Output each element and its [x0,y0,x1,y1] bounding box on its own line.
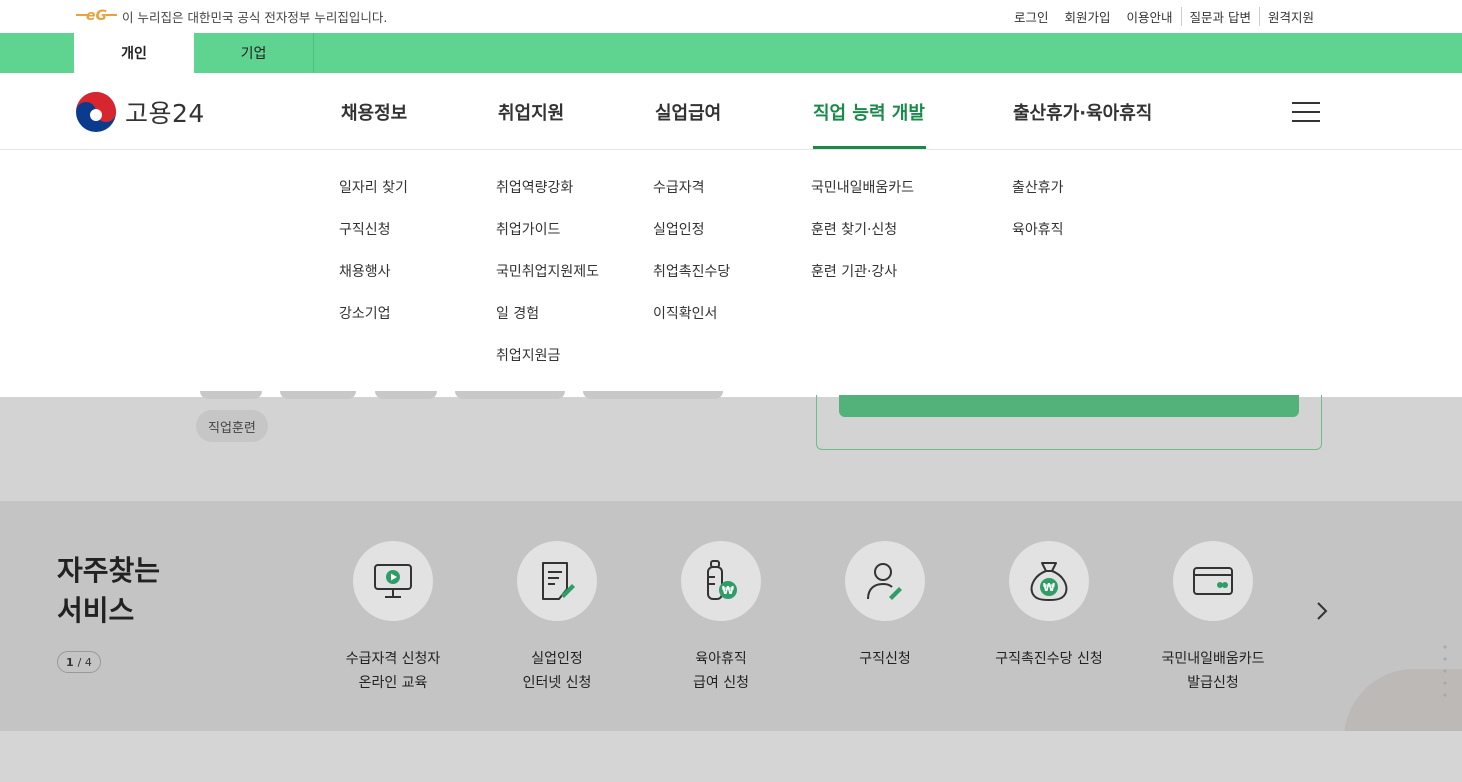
service-item[interactable]: 실업인정 인터넷 신청 [462,541,652,695]
login-link[interactable]: 로그인 [1006,7,1057,26]
decorative-dots [1440,641,1450,705]
user-type-tabbar: 개인 기업 [0,33,1462,73]
service-label: 구직신청 [859,651,911,667]
menu-item[interactable]: 실업인정 [653,219,730,261]
menu-column-employment-support: 취업역량강화 취업가이드 국민취업지원제도 일 경험 취업지원금 [496,177,599,387]
svg-text:₩: ₩ [1043,581,1055,594]
service-label: 구직촉진수당 신청 [995,651,1103,667]
nav-maternity-parental-leave[interactable]: 출산휴가·육아휴직 [1013,99,1152,125]
keyword-chip[interactable] [375,391,437,399]
nav-recruitment[interactable]: 채용정보 [341,99,407,125]
carousel-pager: 1 / 4 [57,651,101,673]
menu-item[interactable]: 훈련 찾기·신청 [811,219,914,261]
menu-item[interactable]: 훈련 기관·강사 [811,261,914,303]
nav-unemployment-benefit[interactable]: 실업급여 [655,99,721,125]
menu-item[interactable]: 취업지원금 [496,345,599,387]
menu-column-vocational-training: 국민내일배움카드 훈련 찾기·신청 훈련 기관·강사 [811,177,914,303]
service-label: 육아휴직 급여 신청 [693,651,749,691]
egov-logo-icon: eG [76,8,117,24]
section-title: 자주찾는 서비스 [57,554,161,627]
utility-links: 로그인 회원가입 이용안내 질문과 답변 원격지원 [1006,7,1322,26]
card-icon [1193,567,1233,595]
menu-item[interactable]: 강소기업 [339,303,408,345]
gov-notice-text: 이 누리집은 대한민국 공식 전자정부 누리집입니다. [122,10,388,25]
svg-text:eG: eG [86,8,107,24]
baby-bottle-won-icon: ₩ [707,560,737,600]
remote-support-link[interactable]: 원격지원 [1258,7,1322,26]
service-item[interactable]: 수급자격 신청자 온라인 교육 [298,541,488,695]
chevron-right-icon[interactable] [1314,601,1330,621]
person-pen-icon [867,563,902,600]
menu-item[interactable]: 국민내일배움카드 [811,177,914,219]
tab-personal[interactable]: 개인 [74,33,194,73]
menu-column-recruitment: 일자리 찾기 구직신청 채용행사 강소기업 [339,177,408,345]
hamburger-menu-icon[interactable] [1292,102,1320,122]
top-utility-bar: eG 이 누리집은 대한민국 공식 전자정부 누리집입니다. 로그인 회원가입 … [0,0,1462,33]
taegeuk-logo-icon [76,92,116,132]
keyword-chip[interactable] [583,391,723,399]
pager-total: / 4 [77,655,92,669]
logo-text: 고용24 [125,99,205,128]
menu-item[interactable]: 출산휴가 [1012,177,1064,219]
active-nav-indicator [813,146,926,149]
signup-link[interactable]: 회원가입 [1056,7,1118,26]
menu-item[interactable]: 육아휴직 [1012,219,1064,261]
site-logo[interactable]: 고용24 [75,91,205,133]
service-item[interactable]: 구직신청 [790,541,980,671]
dimmed-page-content: 직업훈련 [0,391,1462,501]
service-label: 실업인정 인터넷 신청 [522,651,592,691]
menu-column-unemployment-benefit: 수급자격 실업인정 취업촉진수당 이직확인서 [653,177,730,345]
menu-item[interactable]: 일자리 찾기 [339,177,408,219]
menu-item[interactable]: 채용행사 [339,261,408,303]
frequent-services-section: 자주찾는 서비스 1 / 4 수급자격 신청자 온라인 교육 실업인정 인터넷 … [0,501,1462,759]
service-label: 국민내일배움카드 발급신청 [1161,651,1265,691]
menu-item[interactable]: 구직신청 [339,219,408,261]
tab-corporate[interactable]: 기업 [194,33,314,73]
service-item[interactable]: ₩ 구직촉진수당 신청 [954,541,1144,671]
document-pen-icon [542,562,575,600]
pager-current: 1 [66,655,74,669]
keyword-chip[interactable] [200,391,262,399]
menu-item[interactable]: 이직확인서 [653,303,730,345]
menu-item[interactable]: 일 경험 [496,303,599,345]
page-bottom-area [0,731,1462,782]
menu-item[interactable]: 수급자격 [653,177,730,219]
service-label: 수급자격 신청자 온라인 교육 [345,651,441,691]
nav-vocational-training[interactable]: 직업 능력 개발 [813,99,925,125]
svg-text:₩: ₩ [722,584,734,597]
menu-item[interactable]: 취업촉진수당 [653,261,730,303]
menu-item[interactable]: 취업가이드 [496,219,599,261]
nav-employment-support[interactable]: 취업지원 [498,99,564,125]
monitor-play-icon [374,564,412,598]
mega-menu-dropdown: 일자리 찾기 구직신청 채용행사 강소기업 취업역량강화 취업가이드 국민취업지… [0,150,1462,397]
keyword-chip-training[interactable]: 직업훈련 [196,410,268,442]
keyword-chip[interactable] [455,391,565,399]
menu-item[interactable]: 국민취업지원제도 [496,261,599,303]
qna-link[interactable]: 질문과 답변 [1180,7,1259,26]
service-item[interactable]: 국민내일배움카드 발급신청 [1118,541,1308,695]
guide-link[interactable]: 이용안내 [1118,7,1180,26]
menu-item[interactable]: 취업역량강화 [496,177,599,219]
login-panel [816,395,1322,450]
money-bag-won-icon: ₩ [1030,562,1068,602]
service-item[interactable]: ₩ 육아휴직 급여 신청 [626,541,816,695]
main-header: 고용24 채용정보 취업지원 실업급여 직업 능력 개발 출산휴가·육아휴직 [0,73,1462,150]
login-button[interactable] [839,395,1299,417]
keyword-chip[interactable] [280,391,356,399]
menu-column-parental-leave: 출산휴가 육아휴직 [1012,177,1064,261]
